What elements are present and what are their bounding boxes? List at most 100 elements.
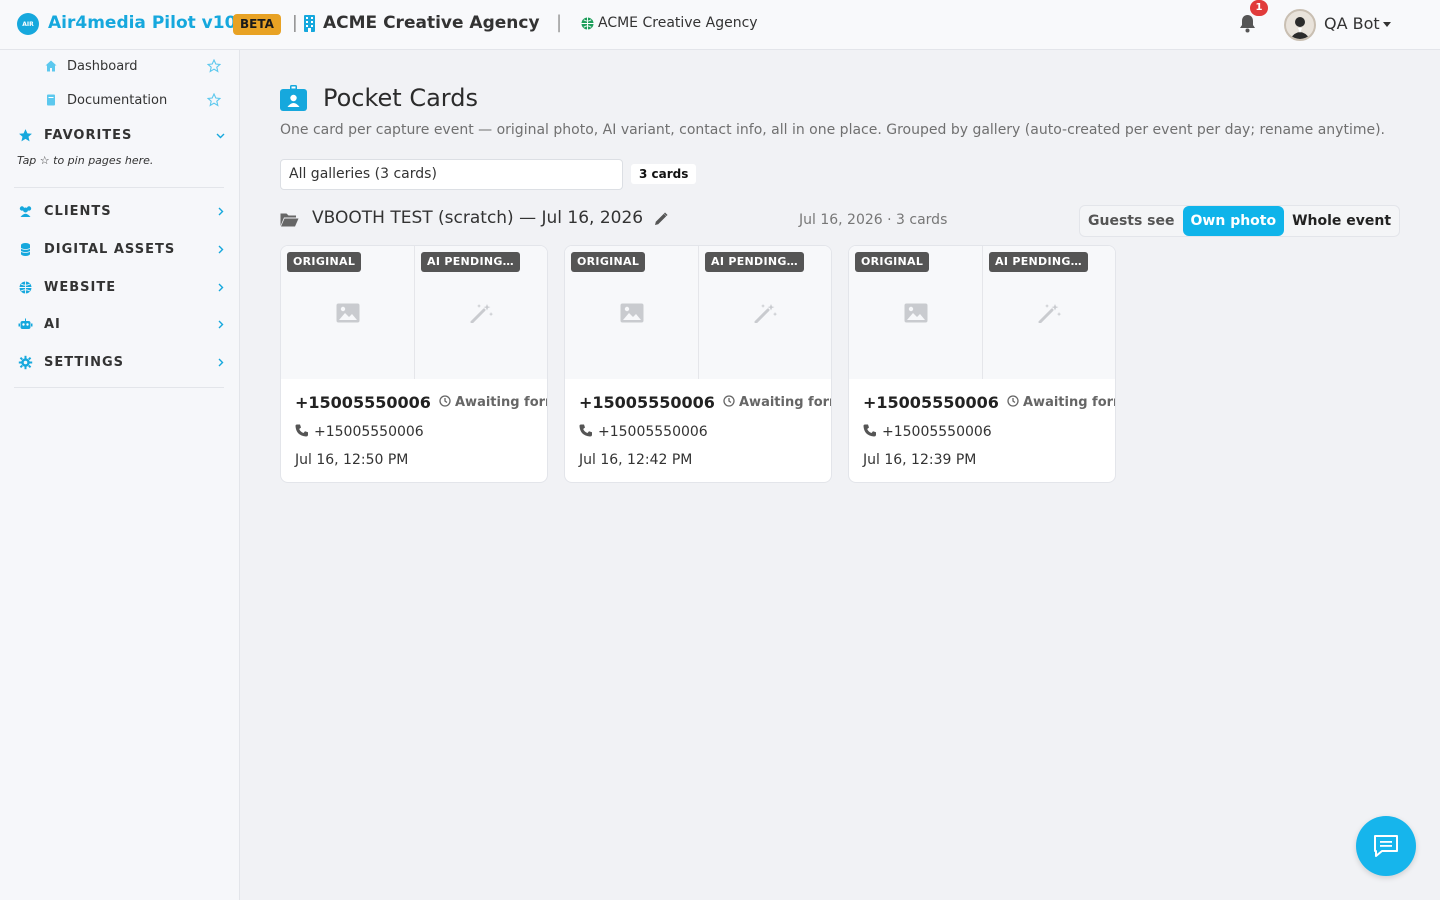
brand-name[interactable]: Air4media Pilot v10 bbox=[48, 13, 236, 33]
original-photo[interactable]: ORIGINAL bbox=[849, 246, 983, 379]
pocket-card[interactable]: ORIGINAL AI PENDING… +15005550006 Awaiti… bbox=[280, 245, 548, 483]
own-photo-button[interactable]: Own photo bbox=[1182, 206, 1285, 236]
card-contact: +15005550006 bbox=[579, 424, 708, 440]
globe-icon bbox=[19, 281, 32, 293]
image-icon bbox=[620, 303, 644, 323]
gallery-select[interactable]: All galleries (3 cards) bbox=[280, 159, 623, 190]
pencil-icon[interactable] bbox=[654, 212, 668, 226]
gear-icon bbox=[18, 355, 33, 369]
card-time: Jul 16, 12:50 PM bbox=[295, 452, 409, 468]
favorites-hint: Tap ☆ to pin pages here. bbox=[17, 154, 154, 167]
user-menu[interactable]: QA Bot bbox=[1324, 14, 1380, 33]
agency-site-link[interactable]: ACME Creative Agency bbox=[598, 15, 758, 31]
whole-event-button[interactable]: Whole event bbox=[1284, 206, 1399, 236]
card-count-badge: 3 cards bbox=[631, 164, 697, 184]
pocket-card[interactable]: ORIGINAL AI PENDING… +15005550006 Awaiti… bbox=[848, 245, 1116, 483]
chat-icon bbox=[1374, 835, 1398, 857]
home-icon bbox=[45, 60, 57, 72]
separator: | bbox=[556, 12, 563, 33]
image-icon bbox=[904, 303, 928, 323]
sidebar-item-documentation[interactable]: Documentation bbox=[0, 86, 240, 114]
card-status-text: Awaiting form bbox=[455, 395, 547, 410]
phone-icon bbox=[863, 424, 876, 437]
original-photo[interactable]: ORIGINAL bbox=[281, 246, 415, 379]
beta-badge: BETA bbox=[233, 14, 281, 35]
chevron-right-icon bbox=[218, 283, 224, 291]
star-icon bbox=[19, 128, 32, 141]
clock-icon bbox=[439, 395, 451, 407]
divider bbox=[14, 187, 224, 188]
card-status-text: Awaiting form bbox=[739, 395, 831, 410]
card-time: Jul 16, 12:42 PM bbox=[579, 452, 693, 468]
card-time: Jul 16, 12:39 PM bbox=[863, 452, 977, 468]
divider bbox=[14, 387, 224, 388]
book-icon bbox=[47, 94, 55, 106]
sidebar-item-dashboard[interactable]: Dashboard bbox=[0, 52, 240, 80]
clock-icon bbox=[723, 395, 735, 407]
pocket-card[interactable]: ORIGINAL AI PENDING… +15005550006 Awaiti… bbox=[564, 245, 832, 483]
sidebar-item-digital-assets[interactable]: DIGITAL ASSETS bbox=[0, 235, 240, 263]
star-icon[interactable] bbox=[207, 93, 221, 107]
phone-icon bbox=[295, 424, 308, 437]
building-icon bbox=[304, 15, 315, 32]
sidebar-section-favorites[interactable]: FAVORITES bbox=[0, 121, 240, 149]
ai-pending-tag: AI PENDING… bbox=[705, 252, 804, 272]
sidebar-item-label: Dashboard bbox=[67, 58, 138, 74]
ai-variant-photo[interactable]: AI PENDING… bbox=[983, 246, 1115, 379]
card-contact-text: +15005550006 bbox=[314, 424, 424, 440]
globe-icon bbox=[581, 17, 594, 30]
image-icon bbox=[336, 303, 360, 323]
page-title: Pocket Cards bbox=[323, 84, 478, 112]
sidebar-section-label: WEBSITE bbox=[44, 279, 117, 295]
agency-name[interactable]: ACME Creative Agency bbox=[323, 13, 540, 33]
card-contact: +15005550006 bbox=[295, 424, 424, 440]
card-status: Awaiting form bbox=[1007, 395, 1115, 410]
guests-see-button[interactable]: Guests see bbox=[1080, 206, 1183, 236]
magic-wand-icon bbox=[754, 304, 778, 323]
ai-variant-photo[interactable]: AI PENDING… bbox=[415, 246, 547, 379]
notification-badge: 1 bbox=[1250, 0, 1268, 16]
gallery-meta: Jul 16, 2026 · 3 cards bbox=[799, 212, 948, 228]
users-icon bbox=[19, 205, 32, 217]
chevron-right-icon bbox=[218, 320, 224, 328]
sidebar-section-label: DIGITAL ASSETS bbox=[44, 241, 176, 257]
card-contact: +15005550006 bbox=[863, 424, 992, 440]
sidebar-item-label: Documentation bbox=[67, 92, 168, 108]
user-avatar-icon bbox=[1290, 17, 1310, 39]
card-status-text: Awaiting form bbox=[1023, 395, 1115, 410]
sidebar-item-website[interactable]: WEBSITE bbox=[0, 273, 240, 301]
robot-icon bbox=[18, 318, 33, 329]
bell-icon[interactable] bbox=[1239, 14, 1256, 33]
sidebar-item-clients[interactable]: CLIENTS bbox=[0, 197, 240, 225]
caret-down-icon[interactable] bbox=[1383, 22, 1391, 27]
sidebar-item-settings[interactable]: SETTINGS bbox=[0, 348, 240, 376]
card-phone: +15005550006 bbox=[295, 393, 431, 412]
magic-wand-icon bbox=[470, 304, 494, 323]
page-subtitle: One card per capture event — original ph… bbox=[280, 122, 1386, 138]
original-tag: ORIGINAL bbox=[855, 252, 930, 272]
folder-open-icon bbox=[280, 213, 299, 227]
chevron-right-icon bbox=[218, 207, 224, 215]
card-status: Awaiting form bbox=[723, 395, 831, 410]
sidebar-section-label: AI bbox=[44, 316, 61, 332]
separator: | bbox=[292, 13, 298, 33]
sidebar-section-label: SETTINGS bbox=[44, 354, 125, 370]
star-icon[interactable] bbox=[207, 59, 221, 73]
sidebar-section-label: FAVORITES bbox=[44, 127, 133, 143]
original-tag: ORIGINAL bbox=[571, 252, 646, 272]
ai-variant-photo[interactable]: AI PENDING… bbox=[699, 246, 831, 379]
chevron-right-icon bbox=[218, 245, 224, 253]
original-photo[interactable]: ORIGINAL bbox=[565, 246, 699, 379]
card-status: Awaiting form bbox=[439, 395, 547, 410]
ai-pending-tag: AI PENDING… bbox=[989, 252, 1088, 272]
brand-logo[interactable]: AIR bbox=[17, 13, 39, 35]
sidebar-item-ai[interactable]: AI bbox=[0, 310, 240, 338]
sidebar: Dashboard Documentation FAVORITES Tap ☆ … bbox=[0, 50, 240, 900]
card-contact-text: +15005550006 bbox=[598, 424, 708, 440]
chat-button[interactable] bbox=[1356, 816, 1416, 876]
ai-pending-tag: AI PENDING… bbox=[421, 252, 520, 272]
chevron-down-icon bbox=[216, 133, 225, 138]
brand-logo-text: AIR bbox=[22, 20, 34, 28]
avatar[interactable] bbox=[1284, 9, 1316, 41]
gallery-title: VBOOTH TEST (scratch) — Jul 16, 2026 bbox=[312, 208, 644, 228]
